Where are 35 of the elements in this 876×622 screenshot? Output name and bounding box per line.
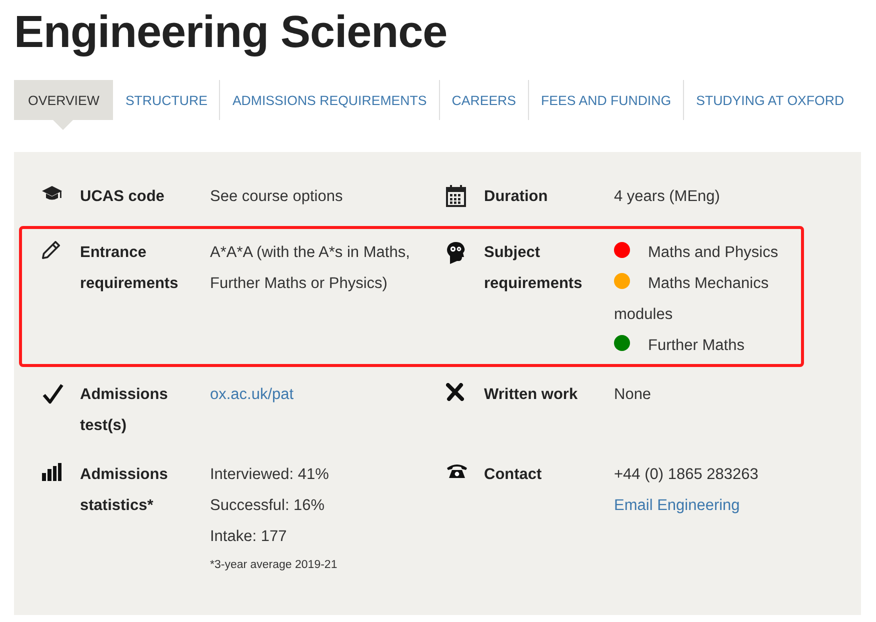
nav-tab[interactable]: FEES AND FUNDING	[529, 80, 684, 120]
nav-tab[interactable]: CAREERS	[440, 80, 528, 120]
field-label: Admissions statistics*	[80, 465, 169, 516]
nav-tab[interactable]: OVERVIEW	[14, 80, 114, 120]
subject-text: Further Maths	[648, 337, 744, 354]
field-value: Intake: 177	[210, 527, 288, 547]
field-value: Interviewed: 41%	[210, 465, 330, 485]
field-label: Entrance requirements	[80, 243, 180, 294]
subject-text: Maths and Physics	[648, 244, 778, 261]
field-label: UCAS code	[80, 187, 166, 207]
field-label: Contact	[484, 465, 543, 485]
link[interactable]: Email Engineering	[614, 490, 740, 521]
field-value: A*A*A (with the A*s in Maths, Further Maths or Physics)	[210, 243, 411, 294]
calendar-icon	[446, 185, 468, 207]
field-value: See course options	[210, 187, 344, 207]
graduation-cap-icon	[42, 185, 64, 201]
field-value: +44 (0) 1865 283263	[614, 465, 760, 485]
field-label: Admissions test(s)	[80, 385, 169, 436]
bar-chart-icon	[42, 463, 64, 481]
nav-tab[interactable]: ADMISSIONS REQUIREMENTS	[220, 80, 439, 120]
footnote: *3-year average 2019-21	[210, 558, 338, 573]
page-title: Engineering Science	[14, 5, 448, 59]
field-label: Written work	[484, 385, 579, 405]
tab-pointer-icon	[53, 120, 73, 130]
subject-text: Maths Mechanics modules	[614, 275, 769, 323]
link[interactable]: ox.ac.uk/pat	[210, 379, 294, 410]
nav-tab[interactable]: STRUCTURE	[113, 80, 220, 120]
nav-tab[interactable]: STUDYING AT OXFORD	[684, 80, 856, 120]
field-label: Duration	[484, 187, 549, 207]
field-label: Subject requirements	[484, 243, 584, 294]
field-value: None	[614, 385, 652, 405]
field-value: Successful: 16%	[210, 496, 326, 516]
check-mark-icon	[42, 383, 64, 405]
telephone-icon	[446, 463, 468, 479]
field-value: 4 years (MEng)	[614, 187, 721, 207]
